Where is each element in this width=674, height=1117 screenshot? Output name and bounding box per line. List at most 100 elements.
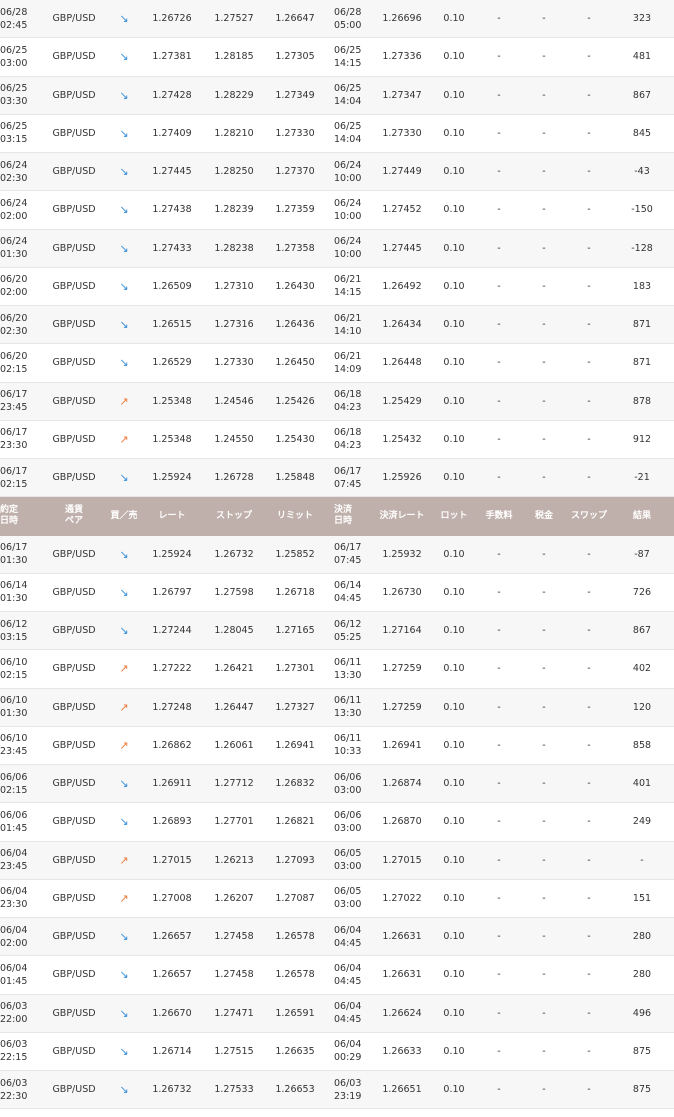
column-header-tax: 税金: [534, 510, 553, 521]
tax-cell: -: [542, 357, 546, 369]
result-cell: 867: [632, 89, 652, 101]
arrow-down-right-icon: ↘: [119, 1044, 129, 1058]
side-cell: ↗: [104, 727, 144, 764]
settle-date-cell: 06/21 14:09: [334, 350, 362, 375]
limit-cell: 1.27370: [275, 166, 315, 178]
tax-cell: -: [542, 625, 546, 637]
rate-cell: 1.25924: [152, 472, 192, 484]
side-cell: ↘: [104, 38, 144, 75]
settle-rate-cell: 1.27336: [382, 51, 422, 63]
currency-pair-cell: GBP/USD: [52, 319, 96, 331]
limit-cell: 1.27327: [275, 701, 315, 713]
currency-pair-cell: GBP/USD: [52, 1084, 96, 1096]
stop-cell: 1.27712: [214, 778, 254, 790]
arrow-down-right-icon: ↘: [119, 279, 129, 293]
lot-cell: 0.10: [443, 51, 465, 63]
settle-rate-cell: 1.27347: [382, 89, 422, 101]
fee-cell: -: [497, 739, 501, 751]
table-row: 06/20 02:30 GBP/USD ↘ 1.26515 1.27316 1.26436…: [0, 306, 674, 345]
stop-cell: 1.27458: [214, 969, 254, 981]
order-date-cell: 06/03 22:15: [0, 1039, 28, 1064]
stop-cell: 1.27458: [214, 931, 254, 943]
side-cell: ↘: [104, 956, 144, 993]
stop-cell: 1.26213: [214, 854, 254, 866]
result-cell: -87: [634, 548, 650, 560]
settle-date-cell: 06/11 13:30: [334, 656, 362, 681]
order-date-cell: 06/04 01:45: [0, 962, 28, 987]
swap-cell: -: [587, 433, 591, 445]
settle-date-cell: 06/14 04:45: [334, 580, 362, 605]
settle-date-cell: 06/17 07:45: [334, 542, 362, 567]
arrow-down-right-icon: ↘: [119, 1083, 129, 1097]
result-cell: -128: [631, 242, 653, 254]
stop-cell: 1.28239: [214, 204, 254, 216]
settle-date-cell: 06/05 03:00: [334, 886, 362, 911]
currency-pair-cell: GBP/USD: [52, 1045, 96, 1057]
fee-cell: -: [497, 280, 501, 292]
limit-cell: 1.26718: [275, 586, 315, 598]
order-date-cell: 06/24 02:30: [0, 159, 28, 184]
fee-cell: -: [497, 204, 501, 216]
tax-cell: -: [542, 166, 546, 178]
arrow-down-right-icon: ↘: [119, 968, 129, 982]
settle-date-cell: 06/24 10:00: [334, 159, 362, 184]
table-row: 06/04 23:30 GBP/USD ↗ 1.27008 1.26207 1.27087…: [0, 880, 674, 918]
tax-cell: -: [542, 586, 546, 598]
arrow-down-right-icon: ↘: [119, 471, 129, 485]
order-date-cell: 06/17 01:30: [0, 542, 28, 567]
currency-pair-cell: GBP/USD: [52, 739, 96, 751]
tax-cell: -: [542, 892, 546, 904]
rate-cell: 1.25924: [152, 548, 192, 560]
arrow-down-right-icon: ↘: [119, 165, 129, 179]
order-date-cell: 06/06 02:15: [0, 771, 28, 796]
tax-cell: -: [542, 433, 546, 445]
fee-cell: -: [497, 1045, 501, 1057]
table-row: 06/20 02:00 GBP/USD ↘ 1.26509 1.27310 1.26430…: [0, 268, 674, 306]
order-date-cell: 06/04 23:45: [0, 848, 28, 873]
fee-cell: -: [497, 472, 501, 484]
result-cell: 845: [632, 127, 652, 139]
stop-cell: 1.28185: [214, 51, 254, 63]
limit-cell: 1.27087: [275, 892, 315, 904]
settle-date-cell: 06/06 03:00: [334, 771, 362, 796]
arrow-up-right-icon: ↗: [119, 394, 129, 408]
arrow-up-right-icon: ↗: [119, 853, 129, 867]
fee-cell: -: [497, 548, 501, 560]
stop-cell: 1.27316: [214, 319, 254, 331]
settle-rate-cell: 1.26631: [382, 931, 422, 943]
fee-cell: -: [497, 13, 501, 25]
column-header-result: 結果: [632, 510, 651, 521]
swap-cell: -: [587, 242, 591, 254]
table-row: 06/04 23:45 GBP/USD ↗ 1.27015 1.26213 1.27093…: [0, 841, 674, 880]
rate-cell: 1.27244: [152, 625, 192, 637]
lot-cell: 0.10: [443, 472, 465, 484]
settle-date-cell: 06/04 04:45: [334, 1001, 362, 1026]
settle-date-cell: 06/18 04:23: [334, 389, 362, 414]
stop-cell: 1.27310: [214, 280, 254, 292]
result-cell: 401: [632, 778, 652, 790]
column-header-pair: 通貨 ペア: [64, 505, 83, 527]
swap-cell: -: [587, 548, 591, 560]
swap-cell: -: [587, 51, 591, 63]
currency-pair-cell: GBP/USD: [52, 969, 96, 981]
limit-cell: 1.27358: [275, 242, 315, 254]
column-header-settle-rate: 決済レート: [379, 510, 425, 521]
limit-cell: 1.26591: [275, 1007, 315, 1019]
lot-cell: 0.10: [443, 357, 465, 369]
fee-cell: -: [497, 931, 501, 943]
settle-rate-cell: 1.27015: [382, 854, 422, 866]
arrow-down-right-icon: ↘: [119, 50, 129, 64]
lot-cell: 0.10: [443, 854, 465, 866]
arrow-down-right-icon: ↘: [119, 930, 129, 944]
currency-pair-cell: GBP/USD: [52, 89, 96, 101]
settle-date-cell: 06/06 03:00: [334, 809, 362, 834]
settle-date-cell: 06/11 10:33: [334, 733, 362, 758]
stop-cell: 1.26061: [214, 739, 254, 751]
table-row: 06/25 03:30 GBP/USD ↘ 1.27428 1.28229 1.27349…: [0, 76, 674, 115]
settle-date-cell: 06/11 13:30: [334, 695, 362, 720]
arrow-down-right-icon: ↘: [119, 815, 129, 829]
order-date-cell: 06/04 02:00: [0, 924, 28, 949]
side-cell: ↘: [104, 995, 144, 1032]
side-cell: ↘: [104, 344, 144, 381]
side-cell: ↘: [104, 306, 144, 343]
